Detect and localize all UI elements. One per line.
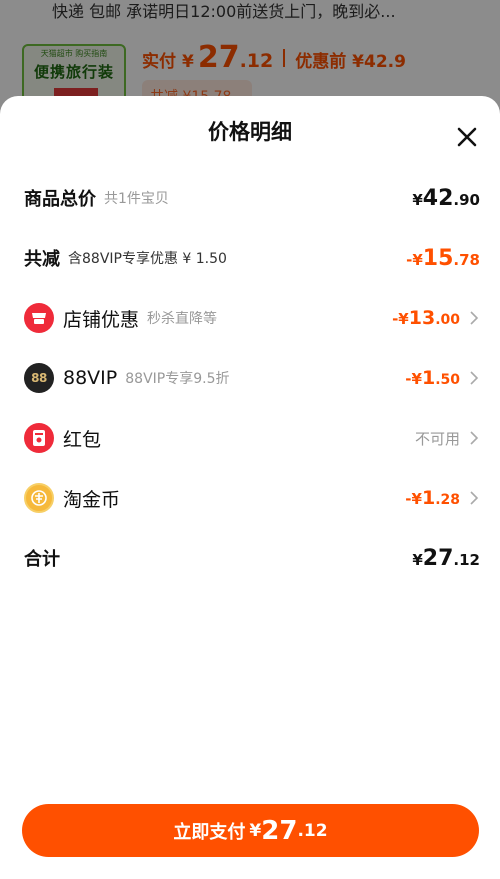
- unavailable-status: 不可用: [414, 429, 460, 448]
- red-packet-icon: [24, 423, 54, 453]
- pay-button-label: 立即支付: [173, 821, 246, 843]
- item-label: 88VIP: [63, 367, 118, 389]
- item-label: 淘金币: [63, 488, 121, 511]
- total-price-row: 商品总价 共1件宝贝 ¥ 42 .90: [24, 178, 480, 218]
- currency: ¥: [249, 820, 262, 841]
- currency: -¥: [405, 370, 422, 388]
- price-int: 1: [421, 487, 436, 509]
- reduction-note: 含88VIP专享优惠 ¥ 1.50: [68, 251, 227, 267]
- item-note: 秒杀直降等: [147, 311, 218, 327]
- price-int: 15: [422, 245, 454, 271]
- price-int: 27: [261, 815, 298, 846]
- price-dec: .12: [453, 550, 480, 569]
- chevron-right-icon: [470, 311, 479, 325]
- vip-discount-row[interactable]: 88 88VIP 88VIP专享9.5折 -¥ 1 .50: [24, 358, 480, 398]
- coin-row[interactable]: 淘金币 -¥ 1 .28: [24, 478, 480, 518]
- currency: -¥: [392, 310, 409, 328]
- price-dec: .12: [297, 820, 328, 841]
- item-note: 88VIP专享9.5折: [125, 371, 230, 387]
- sum-price: ¥ 27 .12: [412, 546, 480, 571]
- price-dec: .78: [453, 250, 480, 269]
- 88vip-icon: 88: [24, 363, 54, 393]
- item-price: -¥ 13 .00: [392, 307, 460, 329]
- currency: ¥: [412, 550, 423, 569]
- price-dec: .28: [435, 492, 460, 508]
- item-label: 店铺优惠: [63, 308, 140, 331]
- total-label: 商品总价: [24, 189, 96, 210]
- reduction-row: 共减 含88VIP专享优惠 ¥ 1.50 -¥ 15 .78: [24, 238, 480, 278]
- price-dec: .50: [435, 372, 460, 388]
- reduction-price: -¥ 15 .78: [406, 246, 480, 271]
- price-detail-sheet: 价格明细 商品总价 共1件宝贝 ¥ 42 .90 共减 含88VIP专享优惠 ¥…: [0, 96, 500, 879]
- currency: ¥: [412, 190, 423, 209]
- chevron-right-icon: [470, 371, 479, 385]
- currency: -¥: [406, 250, 423, 269]
- item-label: 红包: [63, 428, 102, 451]
- total-price: ¥ 42 .90: [412, 186, 480, 211]
- price-int: 1: [421, 367, 436, 389]
- pay-now-button[interactable]: 立即支付 ¥ 27 .12: [22, 804, 479, 857]
- sum-row: 合计 ¥ 27 .12: [24, 538, 480, 578]
- sum-label: 合计: [24, 549, 60, 570]
- chevron-right-icon: [470, 491, 479, 505]
- currency: -¥: [405, 490, 422, 508]
- store-icon: [24, 303, 54, 333]
- price-int: 27: [422, 545, 454, 571]
- red-packet-row[interactable]: 红包 不可用: [24, 418, 480, 458]
- total-count: 共1件宝贝: [104, 191, 169, 207]
- item-price: -¥ 1 .28: [405, 487, 460, 509]
- sheet-title: 价格明细: [208, 120, 292, 144]
- item-price: -¥ 1 .50: [405, 367, 460, 389]
- coin-icon: [24, 483, 54, 513]
- reduction-label: 共减: [24, 249, 60, 270]
- chevron-right-icon: [470, 431, 479, 445]
- close-icon[interactable]: [456, 126, 478, 148]
- store-discount-row[interactable]: 店铺优惠 秒杀直降等 -¥ 13 .00: [24, 298, 480, 338]
- price-dec: .90: [453, 190, 480, 209]
- price-int: 42: [422, 185, 454, 211]
- price-dec: .00: [435, 312, 460, 328]
- price-int: 13: [408, 307, 436, 329]
